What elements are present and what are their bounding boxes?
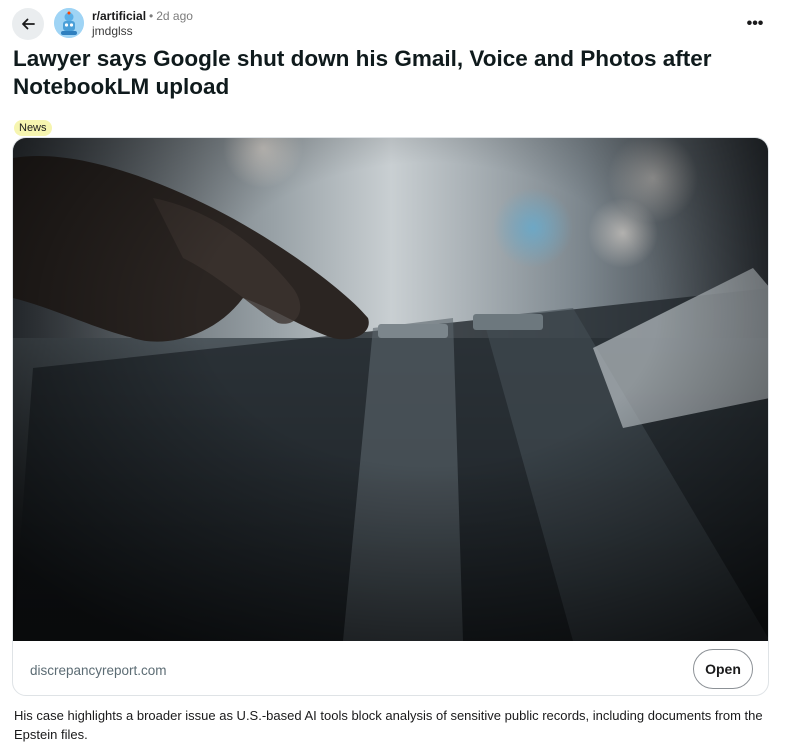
arrow-left-icon bbox=[22, 18, 35, 30]
preview-image[interactable] bbox=[13, 138, 769, 641]
more-options-icon: ••• bbox=[746, 15, 764, 32]
meta-separator: • bbox=[149, 9, 154, 23]
author-link[interactable]: jmdglss bbox=[92, 24, 193, 39]
subreddit-link[interactable]: r/artificial bbox=[92, 9, 146, 23]
back-button[interactable] bbox=[12, 8, 44, 40]
link-preview-card[interactable]: discrepancyreport.com Open bbox=[12, 137, 769, 696]
open-link-button[interactable]: Open bbox=[693, 649, 753, 689]
post-flair[interactable]: News bbox=[14, 120, 52, 136]
more-options-button[interactable]: ••• bbox=[741, 10, 769, 38]
post-body: His case highlights a broader issue as U… bbox=[14, 708, 763, 742]
post-meta: r/artificial • 2d ago jmdglss bbox=[92, 9, 193, 39]
post-title: Lawyer says Google shut down his Gmail, … bbox=[13, 46, 712, 99]
post-age: 2d ago bbox=[156, 9, 193, 23]
subreddit-avatar-icon[interactable] bbox=[54, 8, 84, 38]
link-domain[interactable]: discrepancyreport.com bbox=[30, 663, 167, 678]
